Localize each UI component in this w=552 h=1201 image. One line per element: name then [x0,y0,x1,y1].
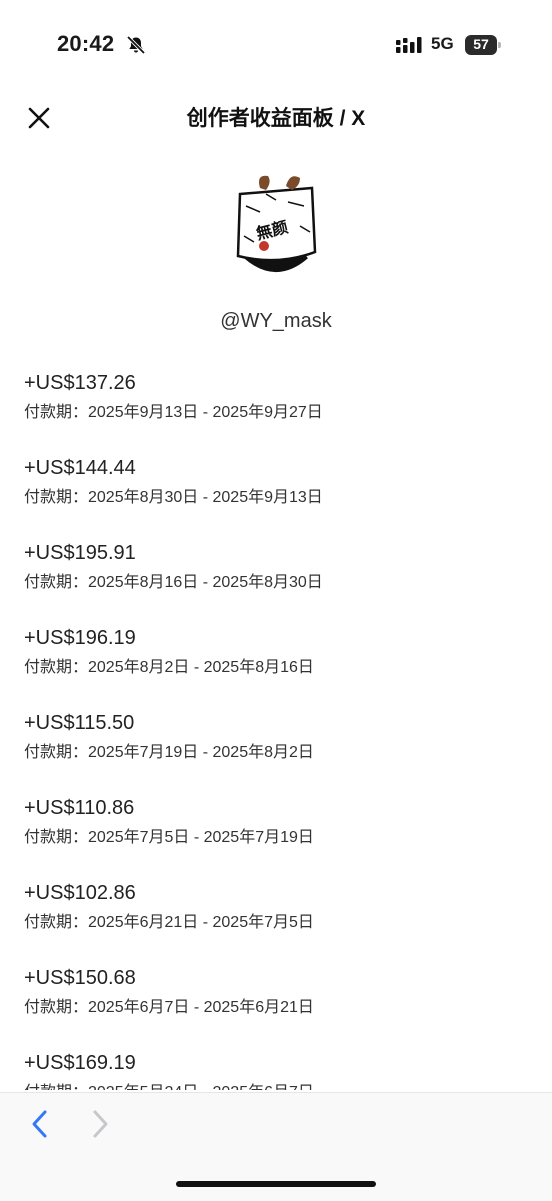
user-handle[interactable]: @WY_mask [0,310,552,333]
list-item[interactable]: +US$115.50 付款期：2025年7月19日 - 2025年8月2日 [24,708,534,793]
payout-list: +US$137.26 付款期：2025年9月13日 - 2025年9月27日 +… [24,368,534,1090]
list-item[interactable]: +US$195.91 付款期：2025年8月16日 - 2025年8月30日 [24,538,534,623]
list-item[interactable]: +US$169.19 付款期：2025年5月24日 - 2025年6月7日 [24,1048,534,1090]
signal-icon [396,37,422,53]
battery-tip [498,42,501,48]
payout-period: 付款期：2025年7月19日 - 2025年8月2日 [24,744,314,761]
payout-amount: +US$115.50 [24,712,135,734]
chevron-right-icon [93,1110,108,1138]
bell-slash-icon [126,35,146,55]
payout-period: 付款期：2025年8月2日 - 2025年8月16日 [24,659,314,676]
payout-period: 付款期：2025年8月16日 - 2025年8月30日 [24,574,323,591]
payout-period: 付款期：2025年6月21日 - 2025年7月5日 [24,914,314,931]
chevron-left-icon[interactable] [26,1107,54,1141]
list-item[interactable]: +US$150.68 付款期：2025年6月7日 - 2025年6月21日 [24,963,534,1048]
payout-amount: +US$195.91 [24,542,136,564]
battery-level: 57 [473,36,489,52]
status-bar: 20:42 5G 57 [0,0,552,90]
list-item[interactable]: +US$137.26 付款期：2025年9月13日 - 2025年9月27日 [24,368,534,453]
battery-icon: 57 [465,35,501,55]
list-item[interactable]: +US$196.19 付款期：2025年8月2日 - 2025年8月16日 [24,623,534,708]
payout-amount: +US$196.19 [24,627,136,649]
header: 创作者收益面板 / X [0,90,552,146]
payout-amount: +US$150.68 [24,967,136,989]
payout-period: 付款期：2025年7月5日 - 2025年7月19日 [24,829,314,846]
status-time: 20:42 [57,31,115,56]
payout-amount: +US$144.44 [24,457,136,479]
browser-toolbar [0,1092,552,1201]
list-item[interactable]: +US$110.86 付款期：2025年7月5日 - 2025年7月19日 [24,793,534,878]
payout-period: 付款期：2025年8月30日 - 2025年9月13日 [24,489,323,506]
list-item[interactable]: +US$102.86 付款期：2025年6月21日 - 2025年7月5日 [24,878,534,963]
payout-period: 付款期：2025年5月24日 - 2025年6月7日 [24,1082,534,1090]
list-item[interactable]: +US$144.44 付款期：2025年8月30日 - 2025年9月13日 [24,453,534,538]
home-indicator[interactable] [176,1181,376,1187]
page-title: 创作者收益面板 / X [186,107,366,130]
payout-amount: +US$102.86 [24,882,136,904]
network-type: 5G [431,34,454,53]
payout-amount: +US$169.19 [24,1052,136,1074]
payout-period: 付款期：2025年6月7日 - 2025年6月21日 [24,999,314,1016]
payout-amount: +US$110.86 [24,797,135,819]
avatar[interactable]: 無颜 [216,166,336,288]
payout-period: 付款期：2025年9月13日 - 2025年9月27日 [24,404,323,421]
payout-amount: +US$137.26 [24,372,136,394]
